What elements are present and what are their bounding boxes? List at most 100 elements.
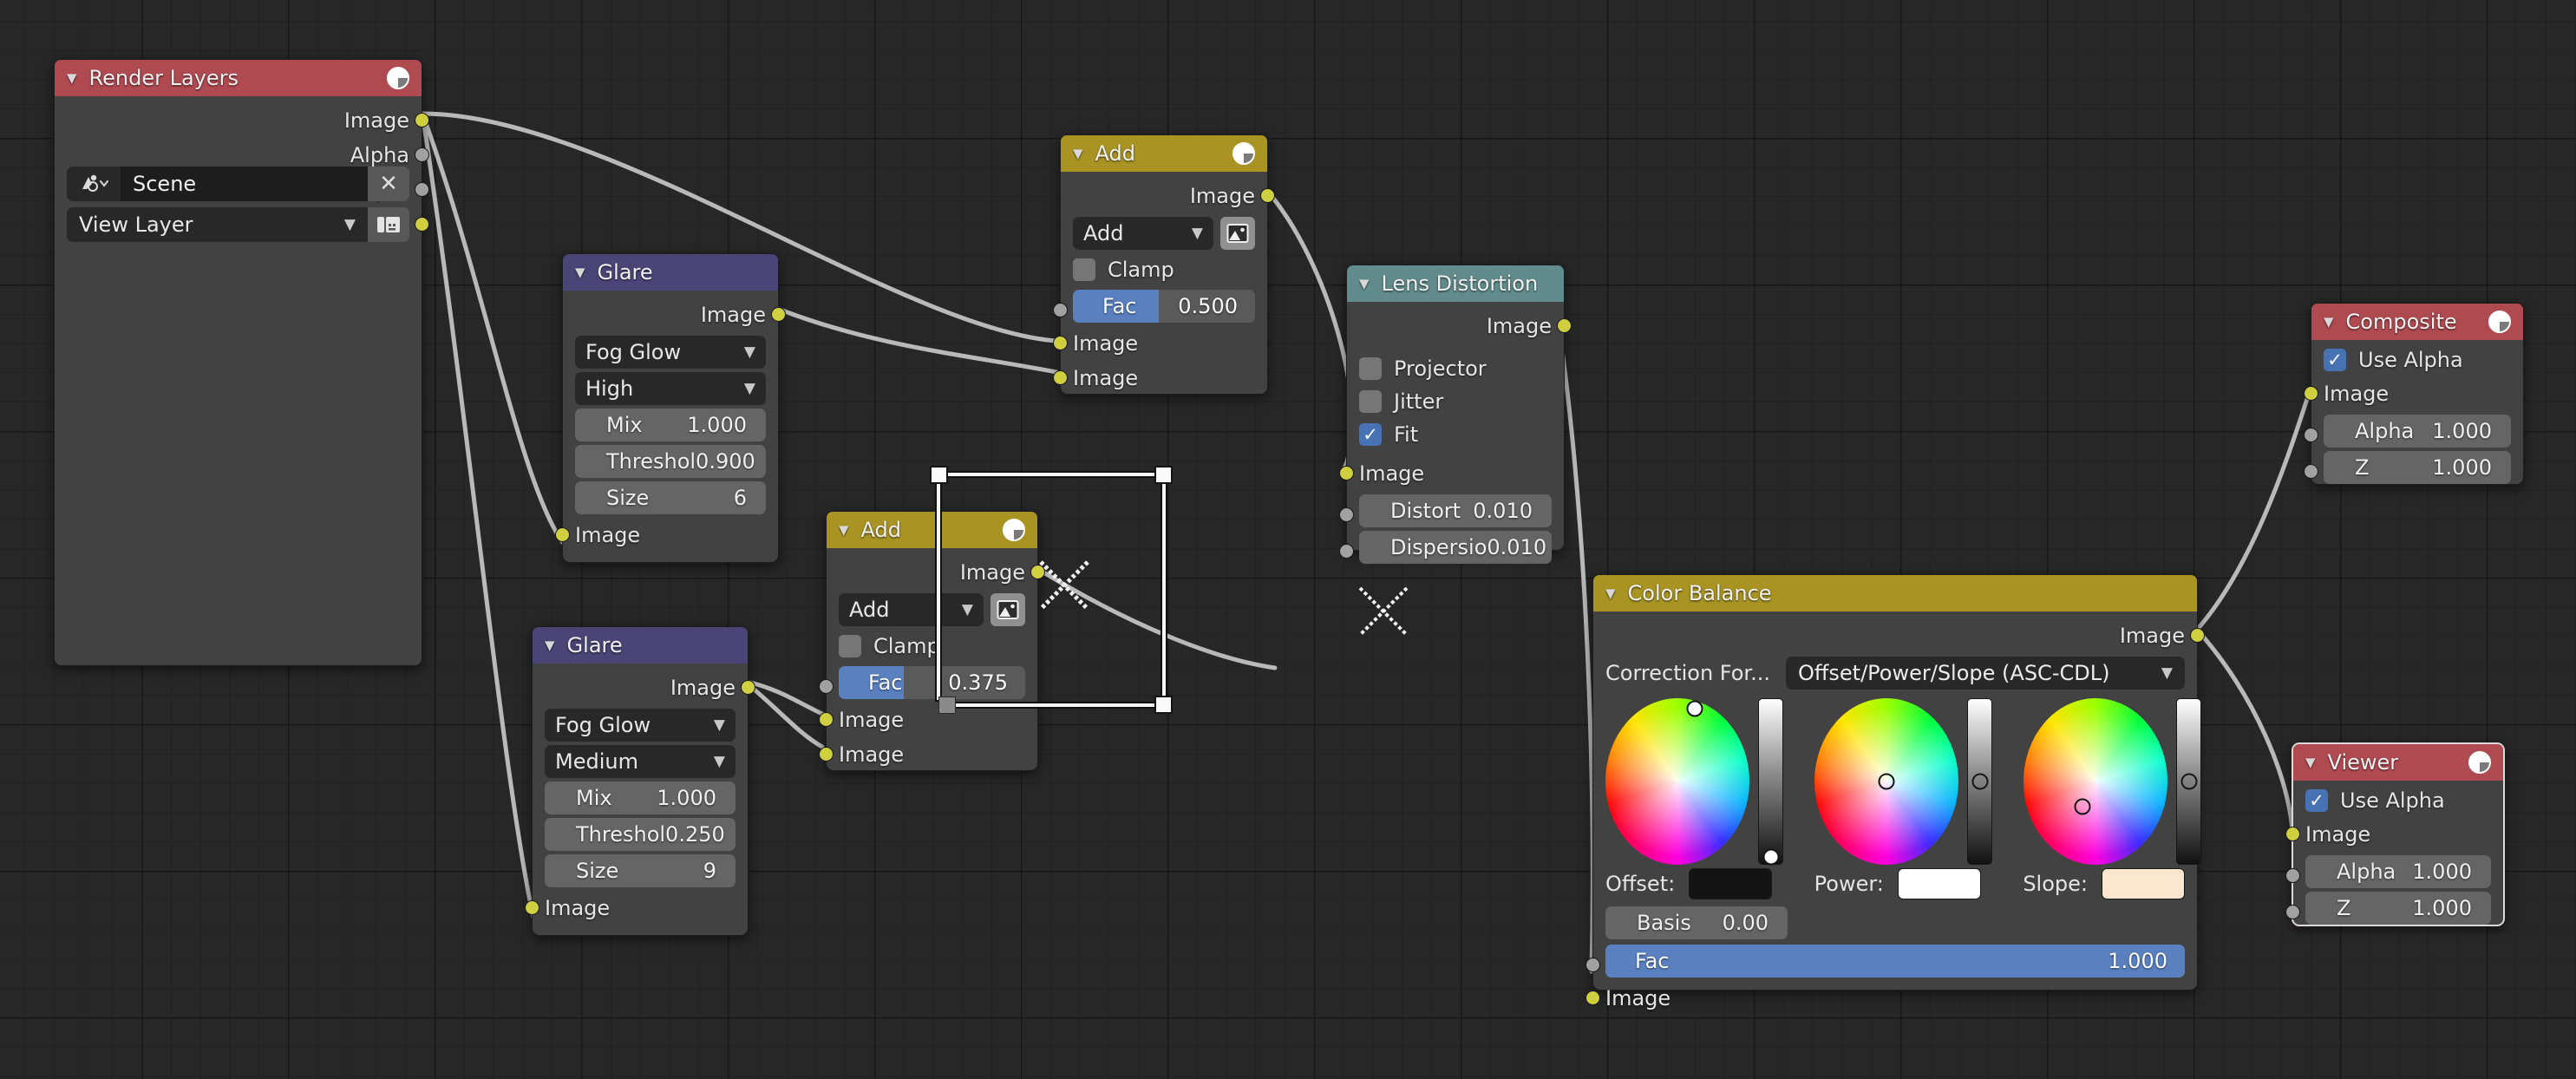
scene-picker-icon[interactable] [67, 167, 121, 201]
field-z[interactable]: Z 1.000 [2324, 451, 2511, 484]
output-row-image[interactable]: Image [563, 298, 778, 332]
fit-checkbox-row[interactable]: ✓ Fit [1347, 418, 1564, 451]
input-row-image-2[interactable]: Image [827, 737, 1037, 772]
slope-color-swatch[interactable] [2102, 868, 2185, 899]
gizmo-handle-top-left[interactable] [930, 466, 948, 484]
clamp-checkbox-row[interactable]: Clamp [827, 630, 1037, 663]
power-wheel-knob[interactable] [1879, 774, 1895, 790]
field-alpha[interactable]: Alpha 1.000 [2305, 855, 2491, 888]
input-socket-image-2[interactable] [1053, 370, 1068, 385]
field-alpha[interactable]: Alpha 1.000 [2324, 415, 2511, 448]
input-socket-z[interactable] [2304, 464, 2318, 479]
glare-type-dropdown[interactable]: Fog Glow ▼ [575, 336, 766, 369]
input-row-image[interactable]: Image [533, 891, 748, 925]
output-socket-alpha[interactable] [415, 147, 429, 162]
field-size[interactable]: Size 9 [545, 854, 736, 887]
node-header-glare-high[interactable]: ▼ Glare [563, 254, 778, 291]
output-row-image[interactable]: Image [55, 103, 422, 138]
input-row-image[interactable]: Image [1593, 981, 2197, 1016]
field-threshold[interactable]: Threshol 0.900 [575, 445, 766, 478]
input-socket-image-2[interactable] [819, 747, 834, 762]
render-layer-icon[interactable] [368, 207, 409, 242]
input-socket-image[interactable] [525, 900, 539, 915]
glare-quality-dropdown[interactable]: Medium ▼ [545, 745, 736, 778]
power-color-wheel[interactable] [1814, 698, 1958, 865]
input-row-image[interactable]: Image [563, 518, 778, 553]
fit-checkbox[interactable]: ✓ [1359, 423, 1382, 446]
field-fac[interactable]: Fac 1.000 [1605, 945, 2185, 978]
input-row-image[interactable]: Image [1347, 456, 1564, 491]
image-preview-toggle-icon[interactable] [1220, 217, 1255, 250]
offset-color-swatch[interactable] [1689, 868, 1772, 899]
offset-wheel-knob[interactable] [1686, 700, 1703, 716]
input-socket-image-1[interactable] [1053, 336, 1068, 350]
node-header-viewer[interactable]: ▼ Viewer [2293, 744, 2503, 781]
node-header-render-layers[interactable]: ▼ Render Layers [55, 60, 422, 96]
node-add-selected[interactable]: ▼ Add Image Add ▼ [826, 511, 1038, 771]
field-dispersion[interactable]: Dispersio 0.010 [1359, 531, 1552, 564]
preview-sphere-icon[interactable] [387, 67, 409, 89]
preview-sphere-icon[interactable] [2488, 311, 2511, 333]
input-row-image[interactable]: Image [2293, 817, 2503, 852]
input-row-image[interactable]: Image [2311, 376, 2523, 411]
preview-sphere-icon[interactable] [1232, 142, 1255, 165]
offset-value-knob[interactable] [1762, 849, 1779, 866]
use-alpha-checkbox[interactable]: ✓ [2305, 789, 2328, 812]
slope-wheel-knob[interactable] [2075, 798, 2091, 814]
gizmo-edge-right[interactable] [1162, 480, 1166, 700]
input-socket-image[interactable] [555, 527, 570, 542]
blend-mode-dropdown[interactable]: Add ▼ [839, 593, 984, 626]
collapse-triangle-icon[interactable]: ▼ [839, 524, 849, 537]
output-row-image[interactable]: Image [1061, 179, 1267, 213]
collapse-triangle-icon[interactable]: ▼ [1073, 147, 1083, 160]
offset-color-wheel[interactable] [1605, 698, 1749, 865]
power-value-slider[interactable] [1967, 698, 1992, 865]
input-socket-dispersion[interactable] [1339, 544, 1354, 559]
input-socket-alpha[interactable] [2304, 428, 2318, 442]
output-socket-image[interactable] [771, 307, 786, 322]
power-wheel-group[interactable] [1814, 698, 1992, 865]
view-layer-dropdown[interactable]: View Layer ▼ [67, 207, 368, 242]
node-composite[interactable]: ▼ Composite ✓ Use Alpha Image Alpha 1.00… [2311, 303, 2524, 485]
input-row-image-1[interactable]: Image [1061, 326, 1267, 361]
image-preview-toggle-icon[interactable] [991, 593, 1025, 626]
node-header-glare-medium[interactable]: ▼ Glare [533, 627, 748, 664]
scene-clear-button[interactable]: ✕ [368, 167, 409, 201]
collapse-triangle-icon[interactable]: ▼ [1605, 587, 1616, 600]
field-fac[interactable]: Fac 0.375 [839, 666, 1025, 699]
glare-quality-dropdown[interactable]: High ▼ [575, 372, 766, 405]
use-alpha-checkbox-row[interactable]: ✓ Use Alpha [2311, 343, 2523, 376]
use-alpha-checkbox[interactable]: ✓ [2324, 349, 2346, 371]
input-socket-z[interactable] [2285, 905, 2300, 919]
jitter-checkbox-row[interactable]: Jitter [1347, 385, 1564, 418]
correction-formula-dropdown[interactable]: Offset/Power/Slope (ASC-CDL) ▼ [1786, 657, 2185, 690]
collapse-triangle-icon[interactable]: ▼ [575, 266, 585, 279]
collapse-triangle-icon[interactable]: ▼ [545, 639, 555, 652]
input-row-image-2[interactable]: Image [1061, 361, 1267, 396]
gizmo-edge-top[interactable] [944, 473, 1159, 476]
projector-checkbox[interactable] [1359, 357, 1382, 380]
output-socket-image[interactable] [741, 680, 755, 695]
slope-color-wheel[interactable] [2024, 698, 2167, 865]
correction-formula-row[interactable]: Correction For... Offset/Power/Slope (AS… [1593, 653, 2197, 695]
input-socket-distort[interactable] [1339, 507, 1354, 522]
gizmo-handle-bottom-right[interactable] [1154, 696, 1173, 714]
input-row-image-1[interactable]: Image [827, 703, 1037, 737]
node-editor-canvas[interactable]: ▼ Render Layers Image Alpha Depth Noisy … [0, 0, 2576, 1079]
input-socket-fac[interactable] [1585, 958, 1600, 972]
field-distort[interactable]: Distort 0.010 [1359, 494, 1552, 527]
power-color-swatch[interactable] [1898, 868, 1981, 899]
input-socket-image[interactable] [2304, 386, 2318, 401]
node-add-top[interactable]: ▼ Add Image Add ▼ [1060, 134, 1268, 395]
output-socket-image[interactable] [2190, 628, 2205, 643]
slope-swatch-cell[interactable]: Slope: [2023, 868, 2185, 899]
field-mix[interactable]: Mix 1.000 [545, 781, 736, 814]
collapse-triangle-icon[interactable]: ▼ [1359, 278, 1370, 291]
input-socket-image[interactable] [1585, 991, 1600, 1005]
collapse-triangle-icon[interactable]: ▼ [2305, 756, 2316, 769]
glare-type-dropdown[interactable]: Fog Glow ▼ [545, 709, 736, 742]
blend-mode-dropdown[interactable]: Add ▼ [1073, 217, 1213, 250]
field-z[interactable]: Z 1.000 [2305, 892, 2491, 925]
node-render-layers[interactable]: ▼ Render Layers Image Alpha Depth Noisy … [54, 59, 422, 666]
use-alpha-checkbox-row[interactable]: ✓ Use Alpha [2293, 784, 2503, 817]
